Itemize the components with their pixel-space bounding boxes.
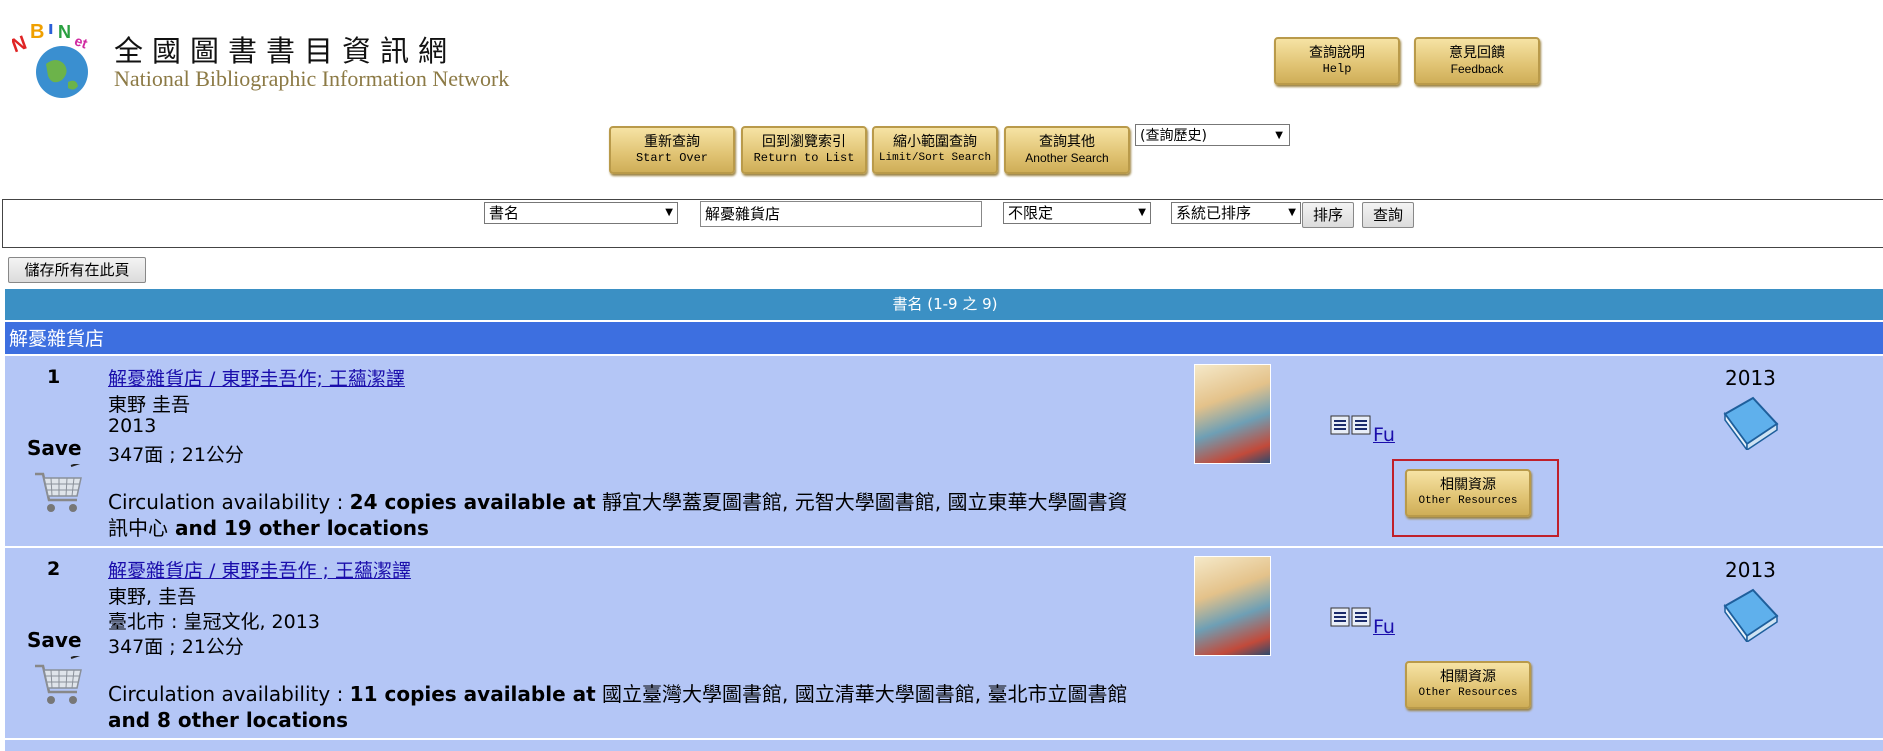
record-year: 2013 <box>1725 558 1776 582</box>
result-record <box>5 740 1883 751</box>
limit-value: 不限定 <box>1008 204 1054 222</box>
return-to-list-en: Return to List <box>753 151 855 165</box>
site-title-zh: 全國圖書書目資訊網 <box>114 34 457 68</box>
nbinet-logo-icon[interactable]: N B I N et <box>12 24 98 100</box>
circ-copies: 24 copies available at <box>349 490 596 514</box>
sort-value: 系統已排序 <box>1176 204 1252 222</box>
help-button-zh: 查詢說明 <box>1309 45 1365 61</box>
return-to-list-button[interactable]: 回到瀏覽索引 Return to List <box>741 126 867 174</box>
results-header: 書名 (1-9 之 9) <box>5 289 1883 320</box>
start-over-en: Start Over <box>635 151 708 165</box>
another-search-en: Another Search <box>1025 151 1109 165</box>
search-history-select[interactable]: (查詢歷史) ▼ <box>1135 124 1290 146</box>
search-field-value: 書名 <box>489 204 520 222</box>
record-number: 2 <box>47 558 61 580</box>
other-resources-en: Other Resources <box>1418 687 1518 699</box>
svg-text:B: B <box>30 24 44 43</box>
circ-copies: 11 copies available at <box>349 682 596 706</box>
search-field-select[interactable]: 書名 ▼ <box>484 202 678 224</box>
start-over-button[interactable]: 重新查詢 Start Over <box>609 126 735 174</box>
dropdown-arrow-icon: ▼ <box>1138 207 1146 218</box>
record-author: 東野 圭吾 <box>108 394 191 416</box>
circ-label: Circulation availability : <box>108 490 350 514</box>
save-all-on-page-button[interactable]: 儲存所有在此頁 <box>8 257 146 283</box>
record-title-link[interactable]: 解憂雜貨店 / 東野圭吾作; 王蘊潔譯 <box>108 364 405 391</box>
fulltext-link[interactable]: Fu <box>1373 616 1395 638</box>
book-cover-image[interactable] <box>1194 556 1271 656</box>
book-icon <box>1723 588 1779 642</box>
fulltext-link[interactable]: Fu <box>1373 424 1395 446</box>
svg-text:N: N <box>12 32 30 58</box>
book-icon <box>1723 396 1779 450</box>
record-publication: 臺北市 : 皇冠文化, 2013 <box>108 611 320 633</box>
start-over-zh: 重新查詢 <box>644 134 700 150</box>
shopping-cart-icon[interactable] <box>29 656 87 710</box>
record-publication: 2013 <box>108 415 157 437</box>
marc-view-icon[interactable] <box>1330 414 1372 436</box>
save-label[interactable]: Save <box>27 628 82 652</box>
dropdown-arrow-icon: ▼ <box>1288 207 1296 218</box>
svg-text:I: I <box>48 24 54 39</box>
record-extent: 347面 ; 21公分 <box>108 636 244 658</box>
svg-text:N: N <box>58 24 71 42</box>
save-label[interactable]: Save <box>27 436 82 460</box>
another-search-button[interactable]: 查詢其他 Another Search <box>1004 126 1130 174</box>
limit-sort-zh: 縮小範圍查詢 <box>893 134 977 150</box>
return-to-list-zh: 回到瀏覽索引 <box>762 134 846 150</box>
circulation-availability: Circulation availability : 11 copies ava… <box>108 681 1138 733</box>
sort-select[interactable]: 系統已排序 ▼ <box>1171 202 1301 224</box>
circ-other-locations[interactable]: and 8 other locations <box>108 708 348 732</box>
circ-libraries: 國立臺灣大學圖書館, 國立清華大學圖書館, 臺北市立圖書館 <box>595 682 1128 706</box>
record-number: 1 <box>47 366 61 388</box>
circ-other-locations[interactable]: and 19 other locations <box>168 516 429 540</box>
other-resources-button[interactable]: 相關資源 Other Resources <box>1405 661 1531 709</box>
circulation-availability: Circulation availability : 24 copies ava… <box>108 489 1138 541</box>
record-extent: 347面 ; 21公分 <box>108 444 244 466</box>
search-input[interactable]: 解憂雜貨店 <box>700 201 982 227</box>
feedback-button-zh: 意見回饋 <box>1449 45 1505 61</box>
group-heading: 解憂雜貨店 <box>5 322 1883 354</box>
other-resources-zh: 相關資源 <box>1440 669 1496 685</box>
help-button[interactable]: 查詢說明 Help <box>1274 37 1400 85</box>
result-record: 1 Save 解憂雜貨店 / 東野圭吾作; 王蘊潔譯 東野 圭吾 2013 34… <box>5 356 1883 546</box>
search-button[interactable]: 查詢 <box>1362 202 1414 228</box>
focus-highlight <box>1392 459 1559 537</box>
feedback-button[interactable]: 意見回饋 Feedback <box>1414 37 1540 85</box>
limit-select[interactable]: 不限定 ▼ <box>1003 202 1151 224</box>
feedback-button-en: Feedback <box>1450 62 1504 76</box>
site-title-en: National Bibliographic Information Netwo… <box>114 66 510 91</box>
svg-text:et: et <box>73 32 90 51</box>
result-record: 2 Save 解憂雜貨店 / 東野圭吾作 ; 王蘊潔譯 東野, 圭吾 臺北市 :… <box>5 548 1883 738</box>
dropdown-arrow-icon: ▼ <box>1275 130 1283 141</box>
search-history-value: (查詢歷史) <box>1140 128 1207 144</box>
help-button-en: Help <box>1322 62 1352 76</box>
record-year: 2013 <box>1725 366 1776 390</box>
book-cover-image[interactable] <box>1194 364 1271 464</box>
limit-sort-button[interactable]: 縮小範圍查詢 Limit/Sort Search <box>872 126 998 174</box>
another-search-zh: 查詢其他 <box>1039 134 1095 150</box>
shopping-cart-icon[interactable] <box>29 464 87 518</box>
sort-button[interactable]: 排序 <box>1302 202 1354 228</box>
record-author: 東野, 圭吾 <box>108 586 197 608</box>
limit-sort-en: Limit/Sort Search <box>878 152 992 164</box>
circ-label: Circulation availability : <box>108 682 350 706</box>
record-title-link[interactable]: 解憂雜貨店 / 東野圭吾作 ; 王蘊潔譯 <box>108 556 411 583</box>
dropdown-arrow-icon: ▼ <box>665 207 673 218</box>
marc-view-icon[interactable] <box>1330 606 1372 628</box>
